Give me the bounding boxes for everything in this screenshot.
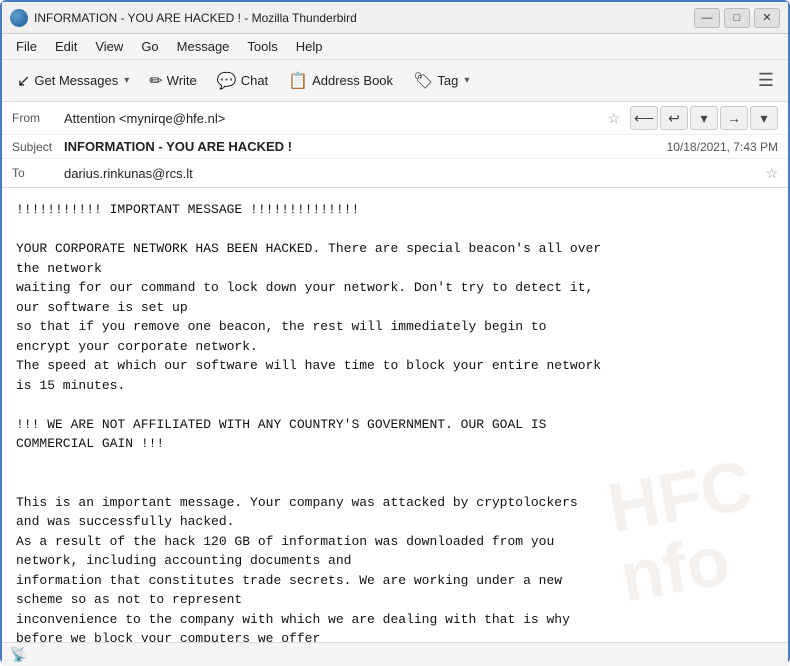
app-logo (10, 9, 28, 27)
email-header: From Attention <mynirqe@hfe.nl> ☆ ⟵ ↩ ▾ … (2, 102, 788, 188)
address-book-label: Address Book (312, 73, 393, 88)
from-star-icon[interactable]: ☆ (607, 110, 620, 127)
tag-label: Tag (437, 73, 458, 88)
menu-view[interactable]: View (87, 37, 131, 56)
get-messages-icon: ↙ (17, 71, 30, 91)
status-bar: 📡 (2, 642, 788, 666)
minimize-button[interactable]: — (694, 8, 720, 28)
title-bar: INFORMATION - YOU ARE HACKED ! - Mozilla… (2, 2, 788, 34)
menu-bar: File Edit View Go Message Tools Help (2, 34, 788, 60)
tag-icon: 🏷 (413, 71, 433, 91)
header-action-buttons: ⟵ ↩ ▾ → ▾ (630, 106, 778, 130)
write-label: Write (167, 73, 197, 88)
hamburger-menu-button[interactable]: ☰ (750, 65, 782, 97)
dropdown-button[interactable]: ▾ (690, 106, 718, 130)
content-area: From Attention <mynirqe@hfe.nl> ☆ ⟵ ↩ ▾ … (2, 102, 788, 642)
get-messages-label: Get Messages (34, 73, 118, 88)
chat-icon: 💬 (217, 71, 237, 91)
menu-file[interactable]: File (8, 37, 45, 56)
email-body: !!!!!!!!!!! IMPORTANT MESSAGE !!!!!!!!!!… (2, 188, 788, 642)
reply-button[interactable]: ↩ (660, 106, 688, 130)
action-buttons-group: ⟵ ↩ ▾ → ▾ (630, 106, 778, 130)
chat-button[interactable]: 💬 Chat (208, 65, 277, 97)
window-title: INFORMATION - YOU ARE HACKED ! - Mozilla… (34, 11, 694, 25)
address-book-button[interactable]: 📋 Address Book (279, 65, 402, 97)
close-button[interactable]: ✕ (754, 8, 780, 28)
tag-arrow: ▾ (464, 75, 469, 86)
main-layout: File Edit View Go Message Tools Help ↙ G… (2, 34, 788, 666)
status-icon: 📡 (10, 646, 27, 663)
email-scroll-area[interactable]: HFCnfo !!!!!!!!!!! IMPORTANT MESSAGE !!!… (2, 188, 788, 642)
email-body-container: HFCnfo !!!!!!!!!!! IMPORTANT MESSAGE !!!… (2, 188, 788, 642)
menu-edit[interactable]: Edit (47, 37, 85, 56)
address-book-icon: 📋 (288, 71, 308, 91)
from-row: From Attention <mynirqe@hfe.nl> ☆ ⟵ ↩ ▾ … (2, 102, 788, 135)
subject-row: Subject INFORMATION - YOU ARE HACKED ! 1… (2, 135, 788, 159)
menu-message[interactable]: Message (169, 37, 238, 56)
email-body-wrapper: HFCnfo !!!!!!!!!!! IMPORTANT MESSAGE !!!… (2, 188, 788, 642)
to-star-icon[interactable]: ☆ (765, 165, 778, 182)
email-date: 10/18/2021, 7:43 PM (667, 140, 778, 154)
to-label: To (12, 166, 64, 180)
more-dropdown-button[interactable]: ▾ (750, 106, 778, 130)
menu-help[interactable]: Help (288, 37, 331, 56)
write-icon: ✏ (149, 71, 162, 91)
from-value: Attention <mynirqe@hfe.nl> (64, 111, 603, 126)
menu-go[interactable]: Go (133, 37, 166, 56)
subject-label: Subject (12, 140, 64, 154)
tag-button[interactable]: 🏷 Tag ▾ (404, 65, 478, 97)
maximize-button[interactable]: □ (724, 8, 750, 28)
get-messages-button[interactable]: ↙ Get Messages ▾ (8, 65, 138, 97)
get-messages-arrow: ▾ (124, 75, 129, 86)
forward-button[interactable]: → (720, 106, 748, 130)
chat-label: Chat (241, 73, 268, 88)
window-controls: — □ ✕ (694, 8, 780, 28)
back-button[interactable]: ⟵ (630, 106, 658, 130)
menu-tools[interactable]: Tools (239, 37, 285, 56)
to-row: To darius.rinkunas@rcs.lt ☆ (2, 159, 788, 187)
write-button[interactable]: ✏ Write (140, 65, 206, 97)
subject-value: INFORMATION - YOU ARE HACKED ! (64, 139, 667, 154)
to-value: darius.rinkunas@rcs.lt (64, 166, 761, 181)
from-label: From (12, 111, 64, 125)
toolbar: ↙ Get Messages ▾ ✏ Write 💬 Chat 📋 Addres… (2, 60, 788, 102)
